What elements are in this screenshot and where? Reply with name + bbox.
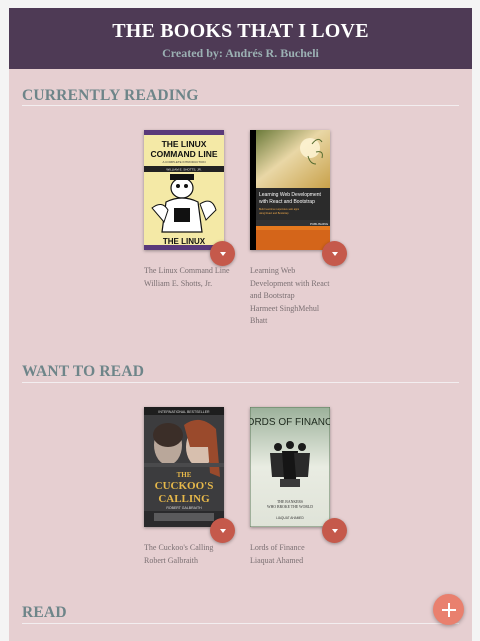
book-menu-button[interactable] (322, 518, 347, 543)
book-text: The Linux Command Line William E. Shotts… (144, 265, 234, 290)
book-author: Liaquat Ahamed (250, 555, 304, 565)
app-subtitle: Created by: Andrés R. Bucheli (162, 46, 319, 60)
cover-text: CALLING (158, 493, 210, 505)
section-title-read: READ (22, 604, 67, 621)
cover-text: LORDS OF FINANCE (250, 417, 330, 428)
book-cover-art: Learning Web Development with React and … (250, 130, 330, 250)
cover-text: CUCKOO'S (155, 480, 214, 492)
triangle-down-icon (331, 251, 338, 256)
book-title: The Linux Command Line (144, 266, 230, 275)
add-book-button[interactable] (433, 594, 464, 625)
cover-text: Learning Web Development (259, 192, 322, 198)
cover-text: THE LINUX (163, 237, 206, 246)
cover-text: THE (177, 471, 192, 479)
book-menu-button[interactable] (210, 518, 235, 543)
book-cover-art: THE LINUX COMMAND LINE A COMPLETE INTROD… (144, 130, 224, 250)
cover-text: WHO BROKE THE WORLD (267, 505, 313, 509)
cover-text: LIAQUAT AHAMED (276, 516, 304, 520)
book-title: Learning Web Development with React and … (250, 266, 330, 300)
book-text: Lords of Finance Liaquat Ahamed (250, 542, 340, 567)
triangle-down-icon (219, 251, 226, 256)
section-divider (22, 623, 459, 624)
cover-text: PUBLISHING (310, 222, 329, 226)
section-divider (22, 105, 459, 106)
cover-text: A COMPLETE INTRODUCTION (162, 160, 205, 164)
book-author: Harmeet SinghMehul Bhatt (250, 303, 320, 326)
book-title: The Cuckoo's Calling (144, 543, 214, 552)
cover-text: ROBERT GALBRAITH (166, 506, 202, 510)
cover-text: INTERNATIONAL BESTSELLER (158, 410, 210, 414)
triangle-down-icon (331, 528, 338, 533)
book-cover-cuckoo[interactable]: INTERNATIONAL BESTSELLER THE CUCKOO'S CA… (144, 407, 224, 527)
section-title-currently-reading: CURRENTLY READING (22, 87, 199, 104)
app-title: THE BOOKS THAT I LOVE (112, 20, 369, 42)
cover-text: THE BANKERS (277, 500, 303, 504)
cover-text: WILLIAM E. SHOTTS, JR. (166, 168, 201, 172)
cover-text: with React and Bootstrap (259, 199, 315, 205)
app-header: THE BOOKS THAT I LOVE Created by: Andrés… (9, 8, 472, 69)
book-cover-art: INTERNATIONAL BESTSELLER THE CUCKOO'S CA… (144, 407, 224, 527)
book-author: Robert Galbraith (144, 555, 198, 565)
book-menu-button[interactable] (210, 241, 235, 266)
book-text: The Cuckoo's Calling Robert Galbraith (144, 542, 234, 567)
app-frame: THE BOOKS THAT I LOVE Created by: Andrés… (9, 8, 472, 641)
plus-icon (441, 602, 456, 617)
cover-text: THE LINUX (162, 139, 207, 149)
section-divider (22, 382, 459, 383)
triangle-down-icon (219, 528, 226, 533)
book-cover-react[interactable]: Learning Web Development with React and … (250, 130, 330, 250)
section-title-want-to-read: WANT TO READ (22, 363, 145, 380)
book-cover-lords[interactable]: LORDS OF FINANCE THE BANKERS WHO BROKE T… (250, 407, 330, 527)
book-author: William E. Shotts, Jr. (144, 278, 213, 288)
book-menu-button[interactable] (322, 241, 347, 266)
book-cover-linux[interactable]: THE LINUX COMMAND LINE A COMPLETE INTROD… (144, 130, 224, 250)
cover-text: COMMAND LINE (150, 149, 217, 159)
book-title: Lords of Finance (250, 543, 305, 552)
book-cover-art: LORDS OF FINANCE THE BANKERS WHO BROKE T… (250, 407, 330, 527)
book-text: Learning Web Development with React and … (250, 265, 334, 328)
cover-text: Build real-time responsive web apps (259, 208, 300, 211)
cover-text: using React and Bootstrap (259, 212, 289, 215)
